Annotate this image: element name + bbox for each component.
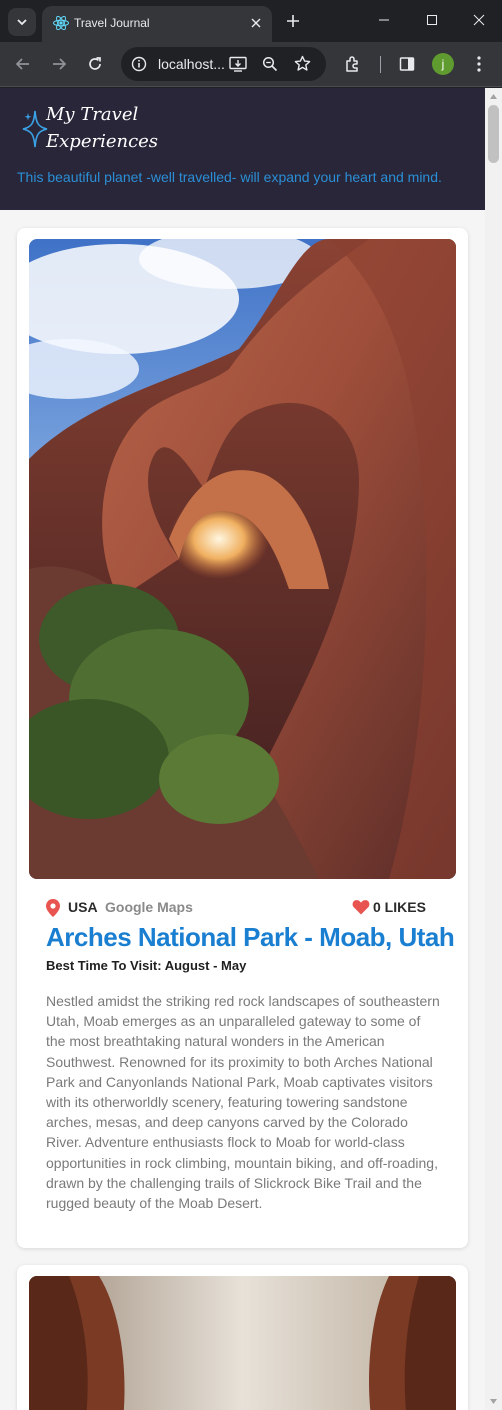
location-pin-icon [46, 899, 60, 917]
back-button[interactable] [11, 52, 35, 76]
heart-icon[interactable] [352, 899, 370, 915]
maximize-icon [427, 15, 437, 25]
entry-country: USA [68, 899, 98, 915]
toolbar-divider [380, 56, 381, 73]
browser-menu-button[interactable] [467, 52, 491, 76]
tab-title: Travel Journal [74, 16, 150, 30]
back-icon [15, 58, 29, 70]
plus-icon [287, 15, 299, 27]
browser-toolbar: localhost... j [0, 42, 502, 87]
entry-photo [29, 1276, 456, 1410]
entry-best-time: Best Time To Visit: August - May [46, 958, 247, 973]
scroll-down-arrow-icon[interactable] [489, 1397, 498, 1406]
close-icon [251, 18, 261, 28]
site-logo-text: My Travel Experiences [46, 104, 159, 152]
google-maps-link[interactable]: Google Maps [105, 899, 193, 915]
chevron-down-icon [17, 19, 27, 26]
forward-button[interactable] [47, 52, 71, 76]
kebab-menu-icon [477, 56, 481, 72]
entry-photo [29, 239, 456, 879]
browser-tab-bar: Travel Journal [0, 0, 502, 42]
travel-entry-card [17, 1265, 468, 1410]
sidebar-icon [399, 57, 415, 71]
extensions-icon [346, 56, 358, 72]
page-viewport: My Travel Experiences This beautiful pla… [0, 88, 485, 1410]
address-bar[interactable]: localhost... [121, 47, 326, 81]
page-scrollbar[interactable] [485, 88, 502, 1410]
site-tagline: This beautiful planet -well travelled- w… [17, 169, 442, 185]
star-icon[interactable] [294, 55, 311, 72]
reload-button[interactable] [83, 52, 107, 76]
extensions-button[interactable] [341, 52, 365, 76]
forward-icon [53, 58, 67, 70]
close-icon [473, 14, 485, 26]
browser-tab[interactable]: Travel Journal [42, 6, 272, 42]
minimize-button[interactable] [365, 6, 403, 34]
tab-close-button[interactable] [247, 14, 265, 32]
sparkle-star-icon [22, 110, 48, 148]
likes-count: 0 LIKES [373, 899, 426, 915]
minimize-icon [379, 19, 389, 21]
entry-meta-row: USA Google Maps 0 LIKES [46, 898, 446, 920]
reload-icon [89, 57, 101, 70]
entry-title: Arches National Park - Moab, Utah [46, 922, 455, 952]
close-window-button[interactable] [460, 6, 498, 34]
zoom-icon[interactable] [262, 56, 278, 72]
travel-entry-card: USA Google Maps 0 LIKES Arches National … [17, 228, 468, 1248]
react-icon [53, 15, 69, 31]
scrollbar-thumb[interactable] [488, 105, 499, 163]
url-text: localhost... [158, 56, 225, 72]
side-panel-button[interactable] [395, 52, 419, 76]
maximize-button[interactable] [413, 6, 451, 34]
tab-search-button[interactable] [8, 8, 36, 36]
scroll-up-arrow-icon[interactable] [489, 92, 498, 101]
new-tab-button[interactable] [282, 10, 304, 32]
site-header: My Travel Experiences This beautiful pla… [0, 88, 485, 210]
profile-avatar[interactable]: j [432, 53, 454, 75]
entry-description: Nestled amidst the striking red rock lan… [46, 993, 440, 1212]
info-icon[interactable] [131, 56, 147, 72]
install-icon[interactable] [229, 56, 247, 72]
